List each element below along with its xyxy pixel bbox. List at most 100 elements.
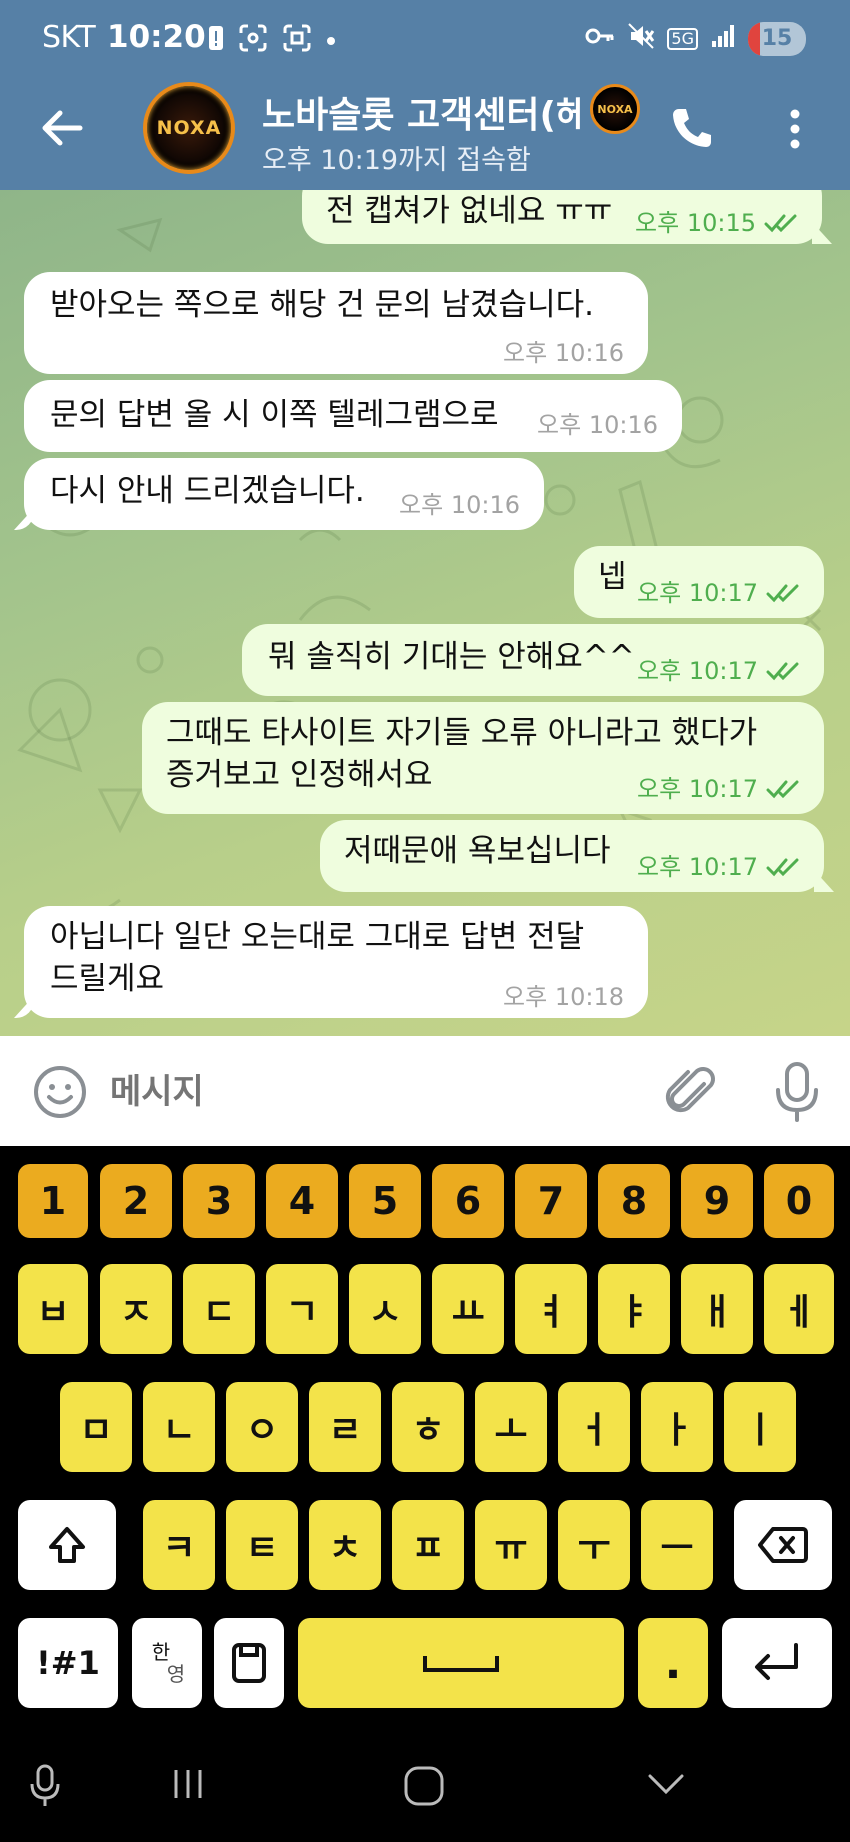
message-list[interactable]: 전 캡쳐가 없네요 ㅠㅠ 오후 10:15 받아오는 쪽으로 해당 건 문의 남… [0, 190, 850, 1036]
voice-input-button[interactable] [28, 1764, 62, 1812]
key-u[interactable]: ㅜ [558, 1500, 630, 1590]
phone-icon [673, 109, 711, 147]
message-meta: 오후 10:16 [399, 484, 520, 526]
key-7[interactable]: 7 [515, 1164, 587, 1238]
key-yo[interactable]: ㅛ [432, 1264, 504, 1354]
chevron-down-icon [648, 1774, 684, 1795]
key-pieup[interactable]: ㅍ [392, 1500, 464, 1590]
home-button[interactable] [402, 1764, 446, 1812]
key-nieun[interactable]: ㄴ [143, 1382, 215, 1472]
clipboard-key[interactable] [214, 1618, 284, 1708]
chat-header: SKT 10:20 5G 15 NOXA 노바슬롯 고객센터(헤 NOXA 오후… [0, 0, 850, 190]
microphone-icon [776, 1062, 818, 1122]
message-text-line2: 증거보고 인정해서요 [166, 757, 433, 793]
key-ae[interactable]: ㅐ [681, 1264, 753, 1354]
shift-key[interactable] [18, 1500, 116, 1590]
period-key[interactable]: . [638, 1618, 708, 1708]
language-english-label: 영 [166, 1662, 186, 1686]
mic-icon [30, 1764, 60, 1806]
smiley-icon [34, 1066, 86, 1118]
clock: 10:20 [107, 19, 206, 55]
voice-message-button[interactable] [772, 1060, 822, 1124]
back-button[interactable] [36, 102, 88, 154]
message-bubble-outgoing[interactable]: 뭐 솔직히 기대는 안해요^^ 오후 10:17 [242, 624, 824, 696]
key-3[interactable]: 3 [183, 1164, 255, 1238]
mute-icon [627, 22, 655, 56]
message-input[interactable] [110, 1066, 630, 1118]
key-5[interactable]: 5 [349, 1164, 421, 1238]
home-icon [404, 1766, 444, 1806]
language-switch-key[interactable]: 한 영 [132, 1618, 202, 1708]
key-bieup[interactable]: ㅂ [18, 1264, 88, 1354]
double-check-icon [766, 584, 799, 603]
key-mieum[interactable]: ㅁ [60, 1382, 132, 1472]
key-siot[interactable]: ㅅ [349, 1264, 421, 1354]
message-bubble-outgoing[interactable]: 그때도 타사이트 자기들 오류 아니라고 했다가 증거보고 인정해서요 오후 1… [142, 702, 824, 814]
key-kieuk[interactable]: ㅋ [143, 1500, 215, 1590]
message-bubble-incoming[interactable]: 문의 답변 올 시 이쪽 텔레그램으로 오후 10:16 [24, 380, 682, 452]
message-bubble-incoming[interactable]: 다시 안내 드리겠습니다. 오후 10:16 [24, 458, 544, 530]
message-meta: 오후 10:17 [637, 768, 802, 810]
key-rieul[interactable]: ㄹ [309, 1382, 381, 1472]
more-vertical-icon [790, 109, 800, 149]
key-ieung[interactable]: ㅇ [226, 1382, 298, 1472]
key-digeut[interactable]: ㄷ [183, 1264, 255, 1354]
double-check-icon [764, 214, 797, 233]
enter-key[interactable] [722, 1618, 832, 1708]
keyboard: 1 2 3 4 5 6 7 8 9 0 ㅂ ㅈ ㄷ ㄱ ㅅ ㅛ ㅕ ㅑ ㅐ ㅔ … [0, 1146, 850, 1726]
message-bubble-incoming[interactable]: 아닙니다 일단 오는대로 그대로 답변 전달 드릴게요 오후 10:18 [24, 906, 648, 1018]
key-eu[interactable]: ㅡ [641, 1500, 713, 1590]
key-jieut[interactable]: ㅈ [100, 1264, 172, 1354]
backspace-key[interactable] [734, 1500, 832, 1590]
battery-indicator: 15 [748, 22, 806, 56]
symbols-key[interactable]: !#1 [18, 1618, 118, 1708]
message-bubble-incoming[interactable]: 받아오는 쪽으로 해당 건 문의 남겼습니다. 오후 10:16 [24, 272, 648, 374]
double-check-icon [766, 780, 799, 799]
signal-icon [710, 23, 736, 55]
key-1[interactable]: 1 [18, 1164, 88, 1238]
hide-keyboard-button[interactable] [644, 1764, 688, 1808]
recent-apps-button[interactable] [168, 1764, 208, 1808]
message-time: 오후 10:16 [537, 411, 658, 439]
avatar[interactable]: NOXA [143, 82, 235, 174]
key-eo[interactable]: ㅓ [558, 1382, 630, 1472]
message-bubble-outgoing[interactable]: 넵 오후 10:17 [574, 546, 824, 618]
key-0[interactable]: 0 [764, 1164, 834, 1238]
message-time: 오후 10:17 [637, 853, 758, 881]
key-chieut[interactable]: ㅊ [309, 1500, 381, 1590]
message-time: 오후 10:17 [637, 775, 758, 803]
message-time: 오후 10:17 [637, 579, 758, 607]
key-o[interactable]: ㅗ [475, 1382, 547, 1472]
key-9[interactable]: 9 [681, 1164, 753, 1238]
call-button[interactable] [666, 104, 716, 154]
chat-title[interactable]: 노바슬롯 고객센터(헤 [262, 86, 582, 132]
message-time: 오후 10:16 [503, 339, 624, 367]
message-meta: 오후 10:17 [637, 846, 802, 888]
alert-icon [208, 24, 224, 56]
attach-button[interactable] [664, 1062, 720, 1122]
key-yeo[interactable]: ㅕ [515, 1264, 587, 1354]
key-tieut[interactable]: ㅌ [226, 1500, 298, 1590]
message-bubble-outgoing[interactable]: 저때문애 욕보십니다 오후 10:17 [320, 820, 824, 892]
key-2[interactable]: 2 [100, 1164, 172, 1238]
key-a[interactable]: ㅏ [641, 1382, 713, 1472]
more-options-button[interactable] [780, 104, 810, 154]
vpn-key-icon [585, 26, 615, 52]
shift-arrow-icon [49, 1527, 85, 1563]
message-time: 오후 10:16 [399, 491, 520, 519]
key-hieut[interactable]: ㅎ [392, 1382, 464, 1472]
key-i[interactable]: ㅣ [724, 1382, 796, 1472]
key-ya[interactable]: ㅑ [598, 1264, 670, 1354]
key-e[interactable]: ㅔ [764, 1264, 834, 1354]
key-giyeok[interactable]: ㄱ [266, 1264, 338, 1354]
screenshot-icon [238, 24, 268, 56]
key-yu[interactable]: ㅠ [475, 1500, 547, 1590]
key-4[interactable]: 4 [266, 1164, 338, 1238]
space-key[interactable] [298, 1618, 624, 1708]
key-6[interactable]: 6 [432, 1164, 504, 1238]
system-navigation-bar [0, 1726, 850, 1842]
message-bubble-outgoing[interactable]: 전 캡쳐가 없네요 ㅠㅠ 오후 10:15 [302, 190, 822, 244]
title-badge-logo: NOXA [590, 84, 640, 134]
emoji-button[interactable] [32, 1064, 88, 1120]
key-8[interactable]: 8 [598, 1164, 670, 1238]
